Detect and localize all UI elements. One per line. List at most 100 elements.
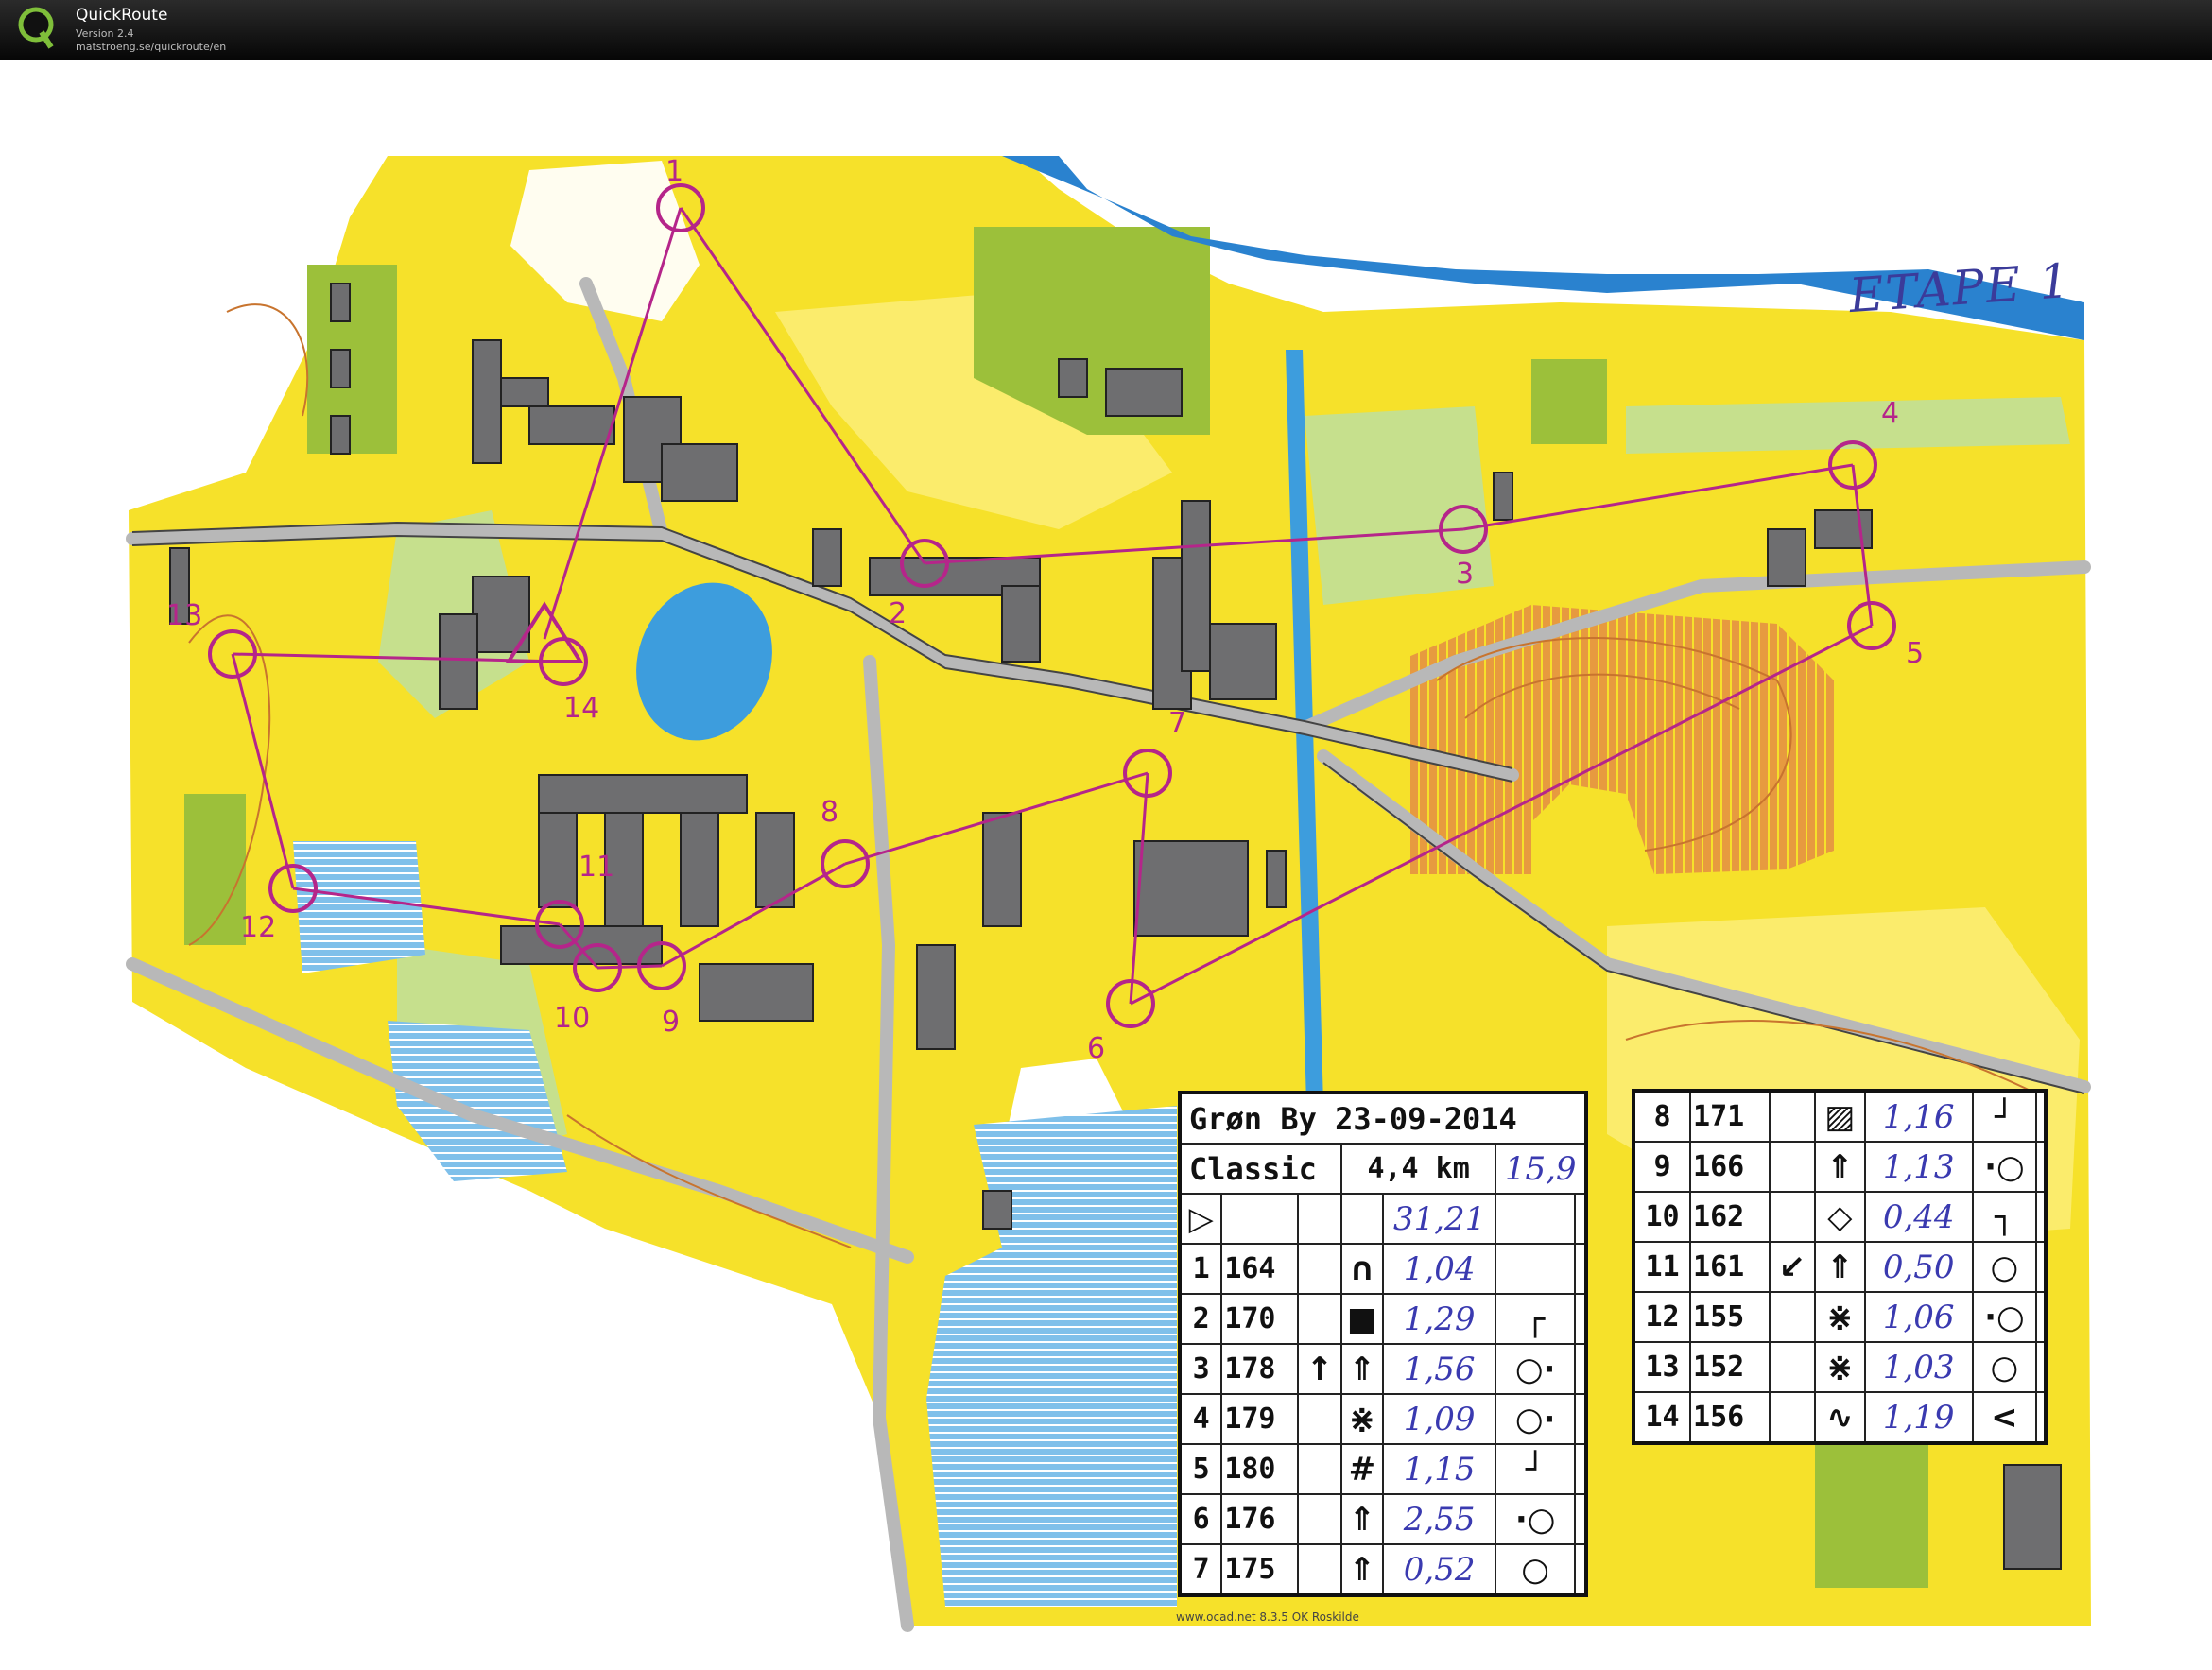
map-green-east <box>1531 359 1607 444</box>
control-label-13: 13 <box>166 599 203 632</box>
control-code: 162 <box>1689 1191 1771 1243</box>
which-feature <box>1768 1141 1816 1193</box>
control-description-right: 8 171 ▨ 1,16 ┘ 9 166 ⇑ 1,13 ·○ 10 162 ◇ … <box>1632 1089 2048 1445</box>
event-header: Grøn By 23-09-2014 <box>1179 1092 1587 1145</box>
control-code: 164 <box>1220 1243 1299 1295</box>
control-label-6: 6 <box>1087 1032 1106 1065</box>
table-row: 14 156 ∿ 1,19 < <box>1632 1391 2047 1444</box>
which-feature <box>1296 1293 1342 1345</box>
which-feature <box>1768 1341 1816 1393</box>
control-number: 14 <box>1632 1391 1692 1444</box>
which-feature <box>1296 1443 1342 1495</box>
table-row: 1 164 ∩ 1,04 <box>1178 1243 1588 1295</box>
control-number: 13 <box>1632 1341 1692 1393</box>
feature-symbol: # <box>1339 1443 1384 1495</box>
feature-symbol: ∿ <box>1813 1391 1866 1444</box>
control-label-8: 8 <box>821 796 839 829</box>
control-label-2: 2 <box>889 597 907 630</box>
split-time: 1,03 <box>1863 1341 1974 1393</box>
map-green-west <box>307 265 397 454</box>
control-label-11: 11 <box>579 851 615 884</box>
map-footer: www.ocad.net 8.3.5 OK Roskilde <box>1176 1610 1359 1624</box>
position-detail: < <box>1971 1391 2038 1444</box>
table-row: 10 162 ◇ 0,44 ┐ <box>1632 1191 2047 1243</box>
feature-symbol: ⋇ <box>1813 1341 1866 1393</box>
map-green-south <box>1815 1437 1928 1588</box>
split-time: 0,52 <box>1381 1543 1497 1596</box>
feature-symbol: ⇑ <box>1813 1141 1866 1193</box>
control-label-10: 10 <box>554 1002 591 1035</box>
start-symbol: ▷ <box>1178 1193 1223 1245</box>
control-number: 10 <box>1632 1191 1692 1243</box>
feature-symbol: ⇑ <box>1339 1493 1384 1545</box>
split-time: 2,55 <box>1381 1493 1497 1545</box>
control-number: 1 <box>1178 1243 1223 1295</box>
control-number: 4 <box>1178 1393 1223 1445</box>
split-time: 0,44 <box>1863 1191 1974 1243</box>
split-time: 1,04 <box>1381 1243 1497 1295</box>
control-code: 161 <box>1689 1241 1771 1293</box>
control-number: 8 <box>1632 1090 1692 1143</box>
feature-symbol: ⇑ <box>1339 1343 1384 1395</box>
table-row: 11 161 ↙ ⇑ 0,50 ○ <box>1632 1241 2047 1293</box>
position-detail: ┐ <box>1971 1191 2038 1243</box>
split-time: 1,29 <box>1381 1293 1497 1345</box>
app-url[interactable]: matstroeng.se/quickroute/en <box>76 41 226 53</box>
control-description-left: Grøn By 23-09-2014 Classic 4,4 km 15,9 ▷… <box>1178 1091 1588 1597</box>
split-time: 1,13 <box>1863 1141 1974 1193</box>
which-feature: ↙ <box>1768 1241 1816 1293</box>
control-label-12: 12 <box>240 911 277 944</box>
feature-symbol: ∩ <box>1339 1243 1384 1295</box>
position-detail: ○ <box>1495 1543 1576 1596</box>
feature-symbol: ⇑ <box>1339 1543 1384 1596</box>
control-label-9: 9 <box>662 1006 681 1039</box>
which-feature <box>1296 1493 1342 1545</box>
which-feature <box>1768 1191 1816 1243</box>
split-time: 1,16 <box>1863 1090 1974 1143</box>
feature-symbol: ⋇ <box>1339 1393 1384 1445</box>
control-number: 12 <box>1632 1291 1692 1343</box>
control-code: 166 <box>1689 1141 1771 1193</box>
control-number: 3 <box>1178 1343 1223 1395</box>
control-number: 9 <box>1632 1141 1692 1193</box>
position-detail: ○ <box>1971 1341 2038 1393</box>
quickroute-logo-icon <box>18 7 54 49</box>
control-code: 176 <box>1220 1493 1299 1545</box>
table-row: 13 152 ⋇ 1,03 ○ <box>1632 1341 2047 1393</box>
position-detail: ○· <box>1495 1343 1576 1395</box>
class-name: Classic <box>1179 1143 1342 1195</box>
feature-symbol: ⇑ <box>1813 1241 1866 1293</box>
control-label-5: 5 <box>1906 637 1925 670</box>
orienteering-map[interactable]: 1 2 3 4 5 6 7 8 9 10 11 12 13 14 ETAPE 1… <box>0 60 2212 1670</box>
position-detail: ┘ <box>1971 1090 2038 1143</box>
control-label-1: 1 <box>665 155 684 188</box>
split-time: 1,15 <box>1381 1443 1497 1495</box>
control-number: 5 <box>1178 1443 1223 1495</box>
table-row: 5 180 # 1,15 ┘ <box>1178 1443 1588 1495</box>
control-code: 180 <box>1220 1443 1299 1495</box>
control-code: 171 <box>1689 1090 1771 1143</box>
position-detail: ○ <box>1971 1241 2038 1293</box>
handwritten-total-distance: 15,9 <box>1495 1143 1587 1195</box>
control-number: 7 <box>1178 1543 1223 1596</box>
table-row: 6 176 ⇑ 2,55 ·○ <box>1178 1493 1588 1545</box>
table-row: 12 155 ⋇ 1,06 ·○ <box>1632 1291 2047 1343</box>
feature-symbol: ⋇ <box>1813 1291 1866 1343</box>
handwritten-total-time: 31,21 <box>1381 1193 1497 1245</box>
which-feature <box>1296 1393 1342 1445</box>
control-code: 155 <box>1689 1291 1771 1343</box>
position-detail: ·○ <box>1971 1141 2038 1193</box>
title-bar: QuickRoute Version 2.4 matstroeng.se/qui… <box>0 0 2212 60</box>
split-time: 1,19 <box>1863 1391 1974 1444</box>
table-row: 8 171 ▨ 1,16 ┘ <box>1632 1090 2047 1143</box>
which-feature <box>1296 1243 1342 1295</box>
which-feature <box>1296 1543 1342 1596</box>
control-code: 170 <box>1220 1293 1299 1345</box>
control-code: 175 <box>1220 1543 1299 1596</box>
control-number: 2 <box>1178 1293 1223 1345</box>
map-marsh-west <box>293 841 425 973</box>
control-code: 179 <box>1220 1393 1299 1445</box>
position-detail: ○· <box>1495 1393 1576 1445</box>
split-time: 0,50 <box>1863 1241 1974 1293</box>
map-green-light-3 <box>1626 397 2070 454</box>
